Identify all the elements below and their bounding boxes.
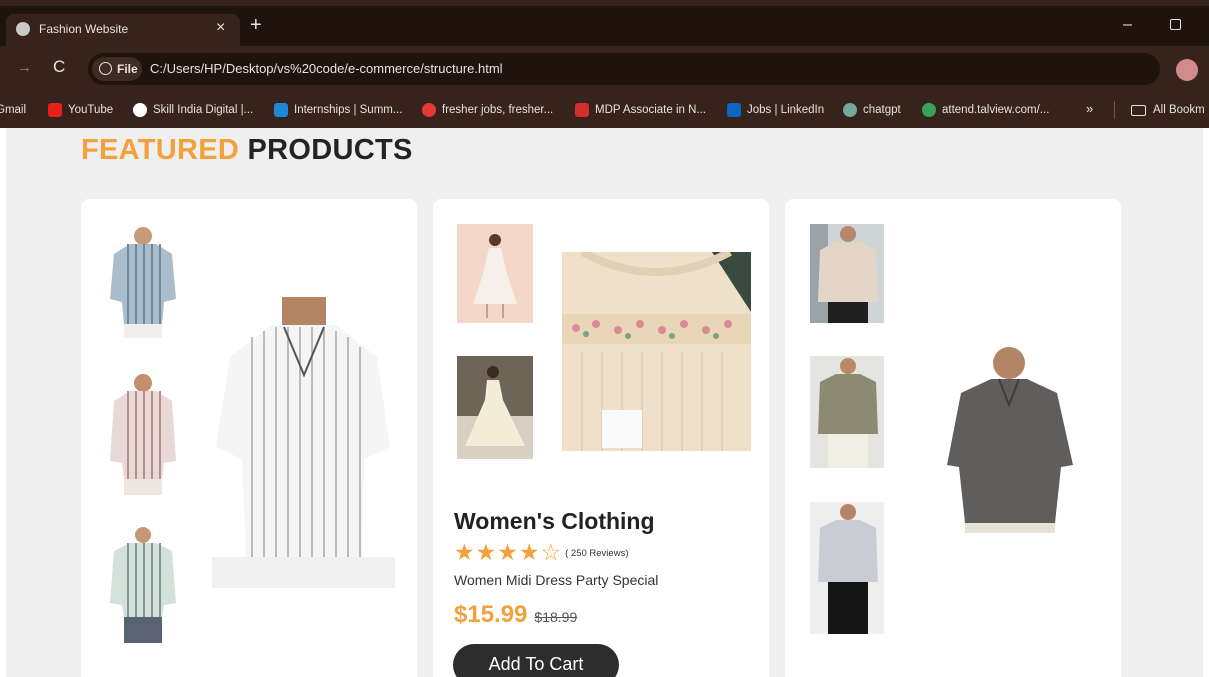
thumb-blue-striped-shirt[interactable]	[106, 224, 180, 338]
star-rating: ★ ★ ★ ★ ☆ ( 250 Reviews)	[454, 540, 628, 564]
tab-strip: Fashion Website × + –	[0, 6, 1209, 46]
bookmark-label: fresher jobs, fresher...	[442, 104, 554, 116]
folder-icon	[1131, 104, 1146, 116]
youtube-icon	[48, 103, 62, 117]
star-filled-icon: ★	[475, 539, 497, 565]
forward-icon[interactable]: →	[17, 59, 32, 76]
mdp-icon	[575, 103, 589, 117]
url-text[interactable]: C:/Users/HP/Desktop/vs%20code/e-commerce…	[150, 61, 503, 76]
minimize-button[interactable]: –	[1123, 16, 1132, 34]
price-row: $15.99 $18.99	[454, 601, 577, 629]
talview-icon	[922, 103, 936, 117]
product-card-mens-striped	[81, 199, 417, 677]
product-card-mens-solid	[785, 199, 1121, 677]
section-heading: FEATURED PRODUCTS	[81, 134, 413, 167]
add-to-cart-button[interactable]: Add To Cart	[453, 644, 619, 677]
close-icon[interactable]: ×	[216, 19, 225, 37]
fresher-jobs-icon	[422, 103, 436, 117]
restore-button[interactable]	[1170, 19, 1181, 30]
bookmark-mdp-associate[interactable]: MDP Associate in N...	[575, 102, 706, 118]
bookmarks-divider	[1114, 101, 1115, 119]
heading-accent: FEATURED	[81, 134, 240, 166]
heading-rest: PRODUCTS	[247, 134, 413, 166]
product-description: Women Midi Dress Party Special	[454, 572, 659, 588]
star-filled-icon: ★	[518, 539, 540, 565]
review-count: ( 250 Reviews)	[565, 548, 629, 559]
current-price: $15.99	[454, 601, 528, 628]
new-tab-button[interactable]: +	[250, 14, 262, 36]
main-image-charcoal-shirt[interactable]	[941, 345, 1078, 533]
security-label: File	[117, 62, 138, 76]
bookmark-chatgpt[interactable]: chatgpt	[843, 102, 901, 118]
bookmark-label: YouTube	[68, 104, 114, 116]
thumb-pink-striped-shirt[interactable]	[106, 371, 180, 495]
thumb-grey-shirt[interactable]	[810, 502, 884, 634]
more-bookmarks-button[interactable]: »	[1086, 101, 1093, 116]
thumb-beige-shirt[interactable]	[810, 224, 884, 323]
product-card-womens-clothing: Women's Clothing ★ ★ ★ ★ ☆ ( 250 Reviews…	[433, 199, 769, 677]
bookmark-label: MDP Associate in N...	[595, 104, 706, 116]
bookmark-internships[interactable]: Internships | Summ...	[274, 102, 402, 118]
info-icon	[99, 62, 112, 75]
bookmark-linkedin[interactable]: Jobs | LinkedIn	[727, 102, 824, 118]
thumb-green-striped-shirt[interactable]	[106, 525, 180, 643]
bookmark-label: attend.talview.com/...	[942, 104, 1050, 116]
bookmark-fresher-jobs[interactable]: fresher jobs, fresher...	[422, 102, 553, 118]
star-outline-icon: ☆	[540, 539, 562, 565]
bookmark-gmail[interactable]: Gmail	[0, 102, 26, 118]
all-bookmarks-button[interactable]: All Bookm	[1131, 102, 1205, 118]
chatgpt-icon	[843, 103, 857, 117]
original-price: $18.99	[534, 609, 578, 625]
thumb-dress-front[interactable]	[457, 224, 533, 323]
bookmark-youtube[interactable]: YouTube	[48, 102, 113, 118]
bookmark-label: Internships | Summ...	[294, 104, 403, 116]
star-filled-icon: ★	[497, 539, 518, 565]
bookmark-label: Skill India Digital |...	[153, 104, 254, 116]
main-image-embroidered-dress[interactable]	[562, 252, 751, 451]
globe-icon	[16, 22, 30, 36]
bookmark-label: All Bookm	[1153, 104, 1205, 116]
thumb-dress-side[interactable]	[457, 356, 533, 459]
profile-avatar[interactable]	[1176, 59, 1198, 81]
address-bar[interactable]: File C:/Users/HP/Desktop/vs%20code/e-com…	[88, 53, 1160, 85]
product-title: Women's Clothing	[454, 508, 655, 534]
bookmark-label: chatgpt	[863, 104, 901, 116]
internshala-icon	[274, 103, 288, 117]
bookmark-talview[interactable]: attend.talview.com/...	[922, 102, 1049, 118]
bookmark-skill-india[interactable]: Skill India Digital |...	[133, 102, 253, 118]
tab-title: Fashion Website	[39, 22, 129, 36]
thumb-olive-shirt[interactable]	[810, 356, 884, 468]
reload-icon[interactable]: C	[53, 57, 65, 77]
bookmark-label: Jobs | LinkedIn	[747, 104, 825, 116]
skill-india-icon	[133, 103, 147, 117]
main-image-white-striped-shirt[interactable]	[212, 297, 395, 588]
linkedin-icon	[727, 103, 741, 117]
star-filled-icon: ★	[454, 539, 475, 565]
tab-fashion-website[interactable]: Fashion Website ×	[6, 14, 240, 46]
toolbar: → C File C:/Users/HP/Desktop/vs%20code/e…	[0, 46, 1209, 92]
page-content: FEATURED PRODUCTS Women's Clothing ★ ★ ★…	[6, 128, 1203, 677]
bookmarks-bar: Gmail YouTube Skill India Digital |... I…	[0, 92, 1209, 128]
site-info-chip[interactable]: File	[92, 57, 142, 81]
bookmark-label: Gmail	[0, 104, 27, 116]
browser-chrome: Fashion Website × + – → C File C:/Users/…	[0, 0, 1209, 128]
